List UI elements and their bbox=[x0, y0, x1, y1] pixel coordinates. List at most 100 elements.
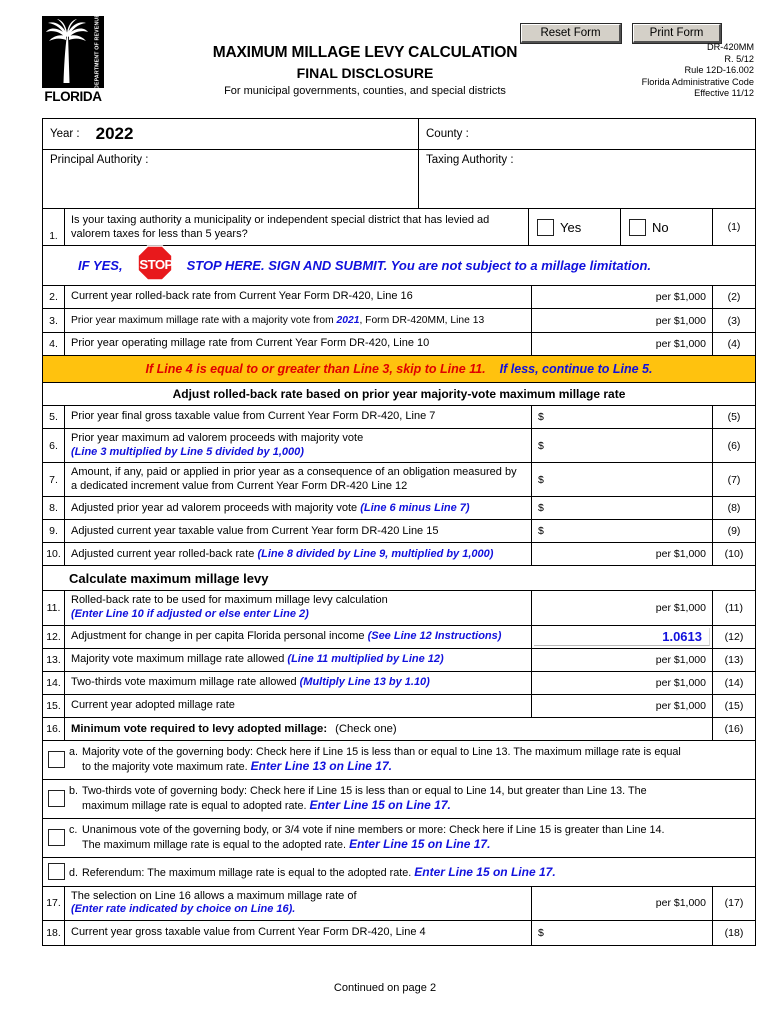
line-12-note: (See Line 12 Instructions) bbox=[367, 629, 502, 642]
line-6-value-cell[interactable]: $ bbox=[532, 429, 713, 463]
line-1-no-option[interactable]: No bbox=[621, 209, 713, 245]
calculate-section-header: Calculate maximum millage levy bbox=[69, 570, 269, 586]
line-8-value-cell[interactable]: $ bbox=[532, 497, 713, 520]
line-14-tag: (14) bbox=[724, 676, 744, 689]
line-11-value-cell[interactable]: per $1,000 bbox=[532, 591, 713, 625]
option-a-checkbox[interactable] bbox=[47, 751, 65, 769]
line-7-text: Amount, if any, paid or applied in prior… bbox=[65, 463, 532, 497]
line-5-value-cell[interactable]: $ bbox=[532, 406, 713, 428]
line-2-value-cell[interactable]: per $1,000 bbox=[532, 286, 713, 308]
line-1-yes-option[interactable]: Yes bbox=[529, 209, 621, 245]
line-9-value-cell[interactable]: $ bbox=[532, 520, 713, 543]
line-3-text-b: , Form DR-420MM, Line 13 bbox=[359, 314, 485, 326]
line-8-text: Adjusted prior year ad valorem proceeds … bbox=[65, 497, 532, 520]
line-12-input[interactable]: 1.0613 bbox=[534, 627, 710, 646]
line-17-tag: (17) bbox=[724, 897, 744, 910]
reset-form-button[interactable]: Reset Form bbox=[520, 23, 622, 44]
line-7-value-cell[interactable]: $ bbox=[532, 463, 713, 497]
line-14-text: Two-thirds vote maximum millage rate all… bbox=[65, 671, 532, 694]
line-5-input[interactable] bbox=[533, 407, 711, 427]
line-1-row: 1. Is your taxing authority a municipali… bbox=[43, 209, 755, 246]
line-10-note: (Line 8 divided by Line 9, multiplied by… bbox=[257, 547, 494, 560]
line-3-tag: (3) bbox=[727, 314, 741, 327]
line-15-value-cell[interactable]: per $1,000 bbox=[532, 694, 713, 717]
line-5-text: Prior year final gross taxable value fro… bbox=[65, 406, 532, 428]
line-17-text: The selection on Line 16 allows a maximu… bbox=[65, 886, 532, 920]
line-4-row: 4. Prior year operating millage rate fro… bbox=[43, 333, 755, 356]
line-18-row: 18. Current year gross taxable value fro… bbox=[43, 920, 755, 945]
option-b-letter: b. bbox=[69, 784, 79, 797]
line-13-number: 13. bbox=[43, 648, 65, 671]
department-of-revenue-text: DEPARTMENT OF REVENUE bbox=[94, 16, 101, 88]
line-16-bold-text: Minimum vote required to levy adopted mi… bbox=[71, 722, 328, 735]
line-3-row: 3. Prior year maximum millage rate with … bbox=[43, 309, 755, 333]
line-8-input[interactable] bbox=[533, 498, 711, 518]
option-c-checkbox-cell[interactable] bbox=[43, 819, 67, 857]
line-11-number: 11. bbox=[43, 591, 65, 625]
option-c-checkbox[interactable] bbox=[47, 829, 65, 847]
line-11-unit: per $1,000 bbox=[655, 601, 706, 614]
option-b-text: b. Two-thirds vote of governing body: Che… bbox=[67, 780, 755, 818]
vote-option-c-row[interactable]: c. Unanimous vote of the governing body, … bbox=[43, 819, 755, 858]
option-c-line2-plain: The maximum millage rate is equal to the… bbox=[82, 839, 350, 852]
option-c-text: c. Unanimous vote of the governing body, … bbox=[67, 819, 755, 857]
line-11-main-text: Rolled-back rate to be used for maximum … bbox=[71, 594, 388, 607]
line-4-value-cell[interactable]: per $1,000 bbox=[532, 333, 713, 355]
yes-label: Yes bbox=[560, 219, 582, 235]
line-3-number: 3. bbox=[43, 309, 65, 332]
stop-message: STOP HERE. SIGN AND SUBMIT. You are not … bbox=[186, 258, 652, 273]
option-b-checkbox[interactable] bbox=[47, 790, 65, 808]
option-a-line2-blue: Enter Line 13 on Line 17. bbox=[250, 759, 392, 774]
line-7-input[interactable] bbox=[533, 464, 711, 495]
conditional-instruction-banner: If Line 4 is equal to or greater than Li… bbox=[43, 356, 755, 383]
option-d-checkbox[interactable] bbox=[47, 863, 65, 881]
line-2-tag: (2) bbox=[727, 291, 741, 303]
line-13-value-cell[interactable]: per $1,000 bbox=[532, 648, 713, 671]
option-b-line2-plain: maximum millage rate is equal to adopted… bbox=[82, 800, 310, 813]
line-15-text: Current year adopted millage rate bbox=[65, 694, 532, 717]
option-a-line2-plain: to the majority vote maximum rate. bbox=[82, 761, 251, 774]
form-revision: R. 5/12 bbox=[724, 53, 754, 64]
line-16-number: 16. bbox=[43, 717, 65, 740]
vote-option-b-row[interactable]: b. Two-thirds vote of governing body: Che… bbox=[43, 780, 755, 819]
form-subtitle: FINAL DISCLOSURE bbox=[296, 65, 434, 81]
line-12-value: 1.0613 bbox=[662, 628, 702, 644]
line-9-number: 9. bbox=[43, 520, 65, 543]
line-3-value-cell[interactable]: per $1,000 bbox=[532, 309, 713, 332]
line-3-unit: per $1,000 bbox=[655, 314, 706, 327]
line-17-main-text: The selection on Line 16 allows a maximu… bbox=[71, 889, 357, 902]
line-14-main-text: Two-thirds vote maximum millage rate all… bbox=[71, 675, 300, 688]
option-b-checkbox-cell[interactable] bbox=[43, 780, 67, 818]
form-title: MAXIMUM MILLAGE LEVY CALCULATION bbox=[212, 44, 518, 61]
line-18-value-cell[interactable]: $ bbox=[532, 920, 713, 945]
option-a-checkbox-cell[interactable] bbox=[43, 741, 67, 779]
yes-checkbox[interactable] bbox=[537, 218, 554, 236]
line-14-value-cell[interactable]: per $1,000 bbox=[532, 671, 713, 694]
option-d-checkbox-cell[interactable] bbox=[43, 863, 67, 881]
option-d-text: d. Referendum: The maximum millage rate i… bbox=[67, 859, 755, 885]
line-6-input[interactable] bbox=[533, 430, 711, 461]
line-1-number: 1. bbox=[43, 209, 65, 245]
year-value[interactable]: 2022 bbox=[96, 124, 134, 144]
vote-option-d-row[interactable]: d. Referendum: The maximum millage rate i… bbox=[43, 858, 755, 887]
line-13-main-text: Majority vote maximum millage rate allow… bbox=[71, 652, 288, 665]
florida-wordmark: FLORIDA bbox=[44, 89, 102, 104]
line-17-value-cell[interactable]: per $1,000 bbox=[532, 886, 713, 920]
line-9-input[interactable] bbox=[533, 521, 711, 541]
no-checkbox[interactable] bbox=[629, 218, 646, 236]
print-form-button[interactable]: Print Form bbox=[632, 23, 722, 44]
option-a-text: a. Majority vote of the governing body: C… bbox=[67, 741, 755, 779]
line-18-input[interactable] bbox=[533, 922, 711, 944]
line-8-number: 8. bbox=[43, 497, 65, 520]
option-a-letter: a. bbox=[69, 745, 79, 758]
line-6-note: (Line 3 multiplied by Line 5 divided by … bbox=[71, 445, 304, 458]
option-c-line1: Unanimous vote of the governing body, or… bbox=[82, 823, 665, 836]
vote-option-a-row[interactable]: a. Majority vote of the governing body: C… bbox=[43, 741, 755, 780]
line-7-number: 7. bbox=[43, 463, 65, 497]
line-10-value-cell[interactable]: per $1,000 bbox=[532, 543, 713, 566]
line-5-row: 5. Prior year final gross taxable value … bbox=[43, 406, 755, 429]
line-12-value-cell[interactable]: 1.0613 bbox=[532, 625, 713, 648]
line-8-row: 8. Adjusted prior year ad valorem procee… bbox=[43, 497, 755, 521]
form-number: DR-420MM bbox=[707, 42, 754, 52]
option-c-line2-blue: Enter Line 15 on Line 17. bbox=[349, 837, 491, 852]
